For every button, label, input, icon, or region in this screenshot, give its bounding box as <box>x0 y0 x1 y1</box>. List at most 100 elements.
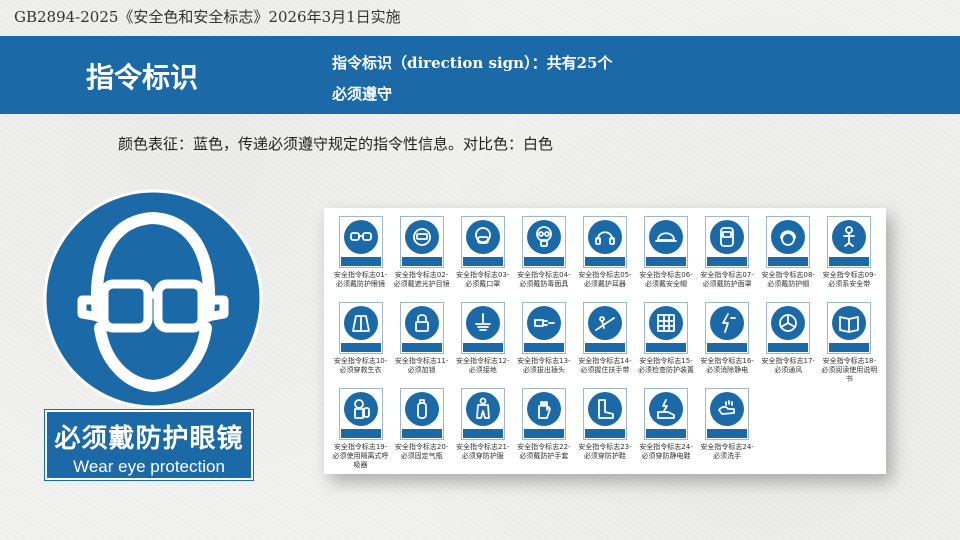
section-title: 指令标识 <box>86 61 199 94</box>
sign-thumbnail <box>521 302 566 354</box>
sign-item: 安全指令标志09-必须系安全带 <box>819 216 880 302</box>
sign-thumbnail <box>521 388 566 440</box>
sign-caption: 安全指令标志24-必须穿防静电鞋 <box>639 443 693 460</box>
sign-thumbnail <box>399 302 444 354</box>
sign-caption: 安全指令标志07-必须戴防护面罩 <box>700 271 754 288</box>
title-banner: 指令标识 指令标识（direction sign）：共有25个 必须遵守 <box>0 36 960 114</box>
life-jacket-icon <box>343 306 378 340</box>
safety-belt-icon <box>832 220 867 254</box>
sign-thumbnail <box>338 302 383 354</box>
sign-item: 安全指令标志23-必须穿防护鞋 <box>574 388 635 474</box>
sign-thumbnail <box>399 388 444 440</box>
sign-thumbnail <box>827 302 872 354</box>
sign-item: 安全指令标志07-必须戴防护面罩 <box>697 216 758 302</box>
sign-text-bar <box>340 429 381 438</box>
featured-sign-label: 必须戴防护眼镜 Wear eye protection <box>44 409 254 481</box>
sign-caption: 安全指令标志02-必须戴遮光护目镜 <box>393 271 450 288</box>
sign-item: 安全指令标志06-必须戴安全帽 <box>635 216 696 302</box>
sign-thumbnail <box>705 388 750 440</box>
sign-item: 安全指令标志03-必须戴口罩 <box>452 216 513 302</box>
sign-item: 安全指令标志15-必须检查防护装置 <box>635 302 696 388</box>
hair-cap-icon <box>771 220 806 254</box>
sign-item: 安全指令标志16-必须消除静电 <box>697 302 758 388</box>
unplug-icon <box>526 306 561 340</box>
sign-thumbnail <box>460 302 505 354</box>
sign-text-bar <box>584 429 625 438</box>
sign-text-bar <box>707 257 748 266</box>
antistatic-icon <box>710 306 745 340</box>
sign-text-bar <box>584 343 625 352</box>
gloves-icon <box>526 392 561 426</box>
sign-caption: 安全指令标志14-必须握住扶手带 <box>578 357 632 374</box>
sign-item: 安全指令标志24-必须洗手 <box>697 388 758 474</box>
sign-item: 安全指令标志22-必须戴防护手套 <box>513 388 574 474</box>
sign-thumbnail <box>644 216 689 268</box>
sign-item: 安全指令标志08-必须戴防护帽 <box>758 216 819 302</box>
sign-item: 安全指令标志17-必须通风 <box>758 302 819 388</box>
sign-thumbnail <box>582 388 627 440</box>
sign-thumbnail <box>582 302 627 354</box>
sign-text-bar <box>462 429 503 438</box>
description-line-1: 指令标识（direction sign）：共有25个 <box>332 54 613 72</box>
sign-text-bar <box>401 429 442 438</box>
sign-thumbnail <box>338 216 383 268</box>
protective-hood-icon <box>710 220 745 254</box>
sign-caption: 安全指令标志06-必须戴安全帽 <box>639 271 693 288</box>
sign-caption: 安全指令标志03-必须戴口罩 <box>456 271 510 288</box>
sign-item: 安全指令标志19-必须使用隔离式呼吸器 <box>330 388 391 474</box>
sign-item: 安全指令标志21-必须穿防护服 <box>452 388 513 474</box>
sign-item: 安全指令标志12-必须接地 <box>452 302 513 388</box>
sign-item: 安全指令标志05-必须戴护耳器 <box>574 216 635 302</box>
face-shield-icon <box>404 220 439 254</box>
sign-text-bar <box>584 257 625 266</box>
sign-text-bar <box>768 257 809 266</box>
respirator-icon <box>343 392 378 426</box>
description-line-2: 必须遵守 <box>332 85 393 103</box>
sign-thumbnail <box>766 216 811 268</box>
sign-thumbnail <box>827 216 872 268</box>
sign-thumbnail <box>338 388 383 440</box>
sign-text-bar <box>462 257 503 266</box>
sign-caption: 安全指令标志01-必须戴防护眼镜 <box>333 271 388 288</box>
sign-text-bar <box>646 257 687 266</box>
sign-thumbnail <box>705 216 750 268</box>
sign-caption: 安全指令标志19-必须使用隔离式呼吸器 <box>332 443 389 469</box>
ventilation-icon <box>771 306 806 340</box>
sign-thumbnail <box>399 216 444 268</box>
sign-text-bar <box>462 343 503 352</box>
sign-text-bar <box>829 257 870 266</box>
sign-thumbnail <box>460 388 505 440</box>
sign-text-bar <box>646 429 687 438</box>
sign-caption: 安全指令标志17-必须通风 <box>761 357 815 374</box>
mask-icon <box>465 220 500 254</box>
sign-thumbnail <box>460 216 505 268</box>
antistatic-shoe-icon <box>649 392 684 426</box>
sign-caption: 安全指令标志23-必须穿防护鞋 <box>578 443 632 460</box>
sign-thumbnail <box>582 216 627 268</box>
sign-caption: 安全指令标志12-必须接地 <box>456 357 510 374</box>
label-chinese: 必须戴防护眼镜 <box>54 424 244 454</box>
boots-icon <box>587 392 622 426</box>
ear-muff-icon <box>587 220 622 254</box>
coverall-icon <box>465 392 500 426</box>
padlock-icon <box>404 306 439 340</box>
sign-caption: 安全指令标志16-必须消除静电 <box>700 357 754 374</box>
sign-text-bar <box>707 429 748 438</box>
sign-text-bar <box>401 343 442 352</box>
sign-text-bar <box>523 429 564 438</box>
sign-item: 安全指令标志11-必须加锁 <box>391 302 452 388</box>
sign-thumbnail <box>644 302 689 354</box>
sign-text-bar <box>401 257 442 266</box>
sign-item: 安全指令标志20-必须固定气瓶 <box>391 388 452 474</box>
sign-caption: 安全指令标志13-必须拔出插头 <box>517 357 571 374</box>
sign-text-bar <box>340 257 381 266</box>
sign-caption: 安全指令标志11-必须加锁 <box>394 357 449 374</box>
sign-text-bar <box>646 343 687 352</box>
sign-item: 安全指令标志24-必须穿防静电鞋 <box>635 388 696 474</box>
sign-item: 安全指令标志02-必须戴遮光护目镜 <box>391 216 452 302</box>
sign-item: 安全指令标志14-必须握住扶手带 <box>574 302 635 388</box>
gas-mask-icon <box>526 220 561 254</box>
sign-caption: 安全指令标志10-必须穿救生衣 <box>333 357 388 374</box>
sign-item: 安全指令标志10-必须穿救生衣 <box>330 302 391 388</box>
sign-catalog-panel: 安全指令标志01-必须戴防护眼镜 安全指令标志02-必须戴遮光护目镜 安全指令标志0… <box>324 208 886 474</box>
